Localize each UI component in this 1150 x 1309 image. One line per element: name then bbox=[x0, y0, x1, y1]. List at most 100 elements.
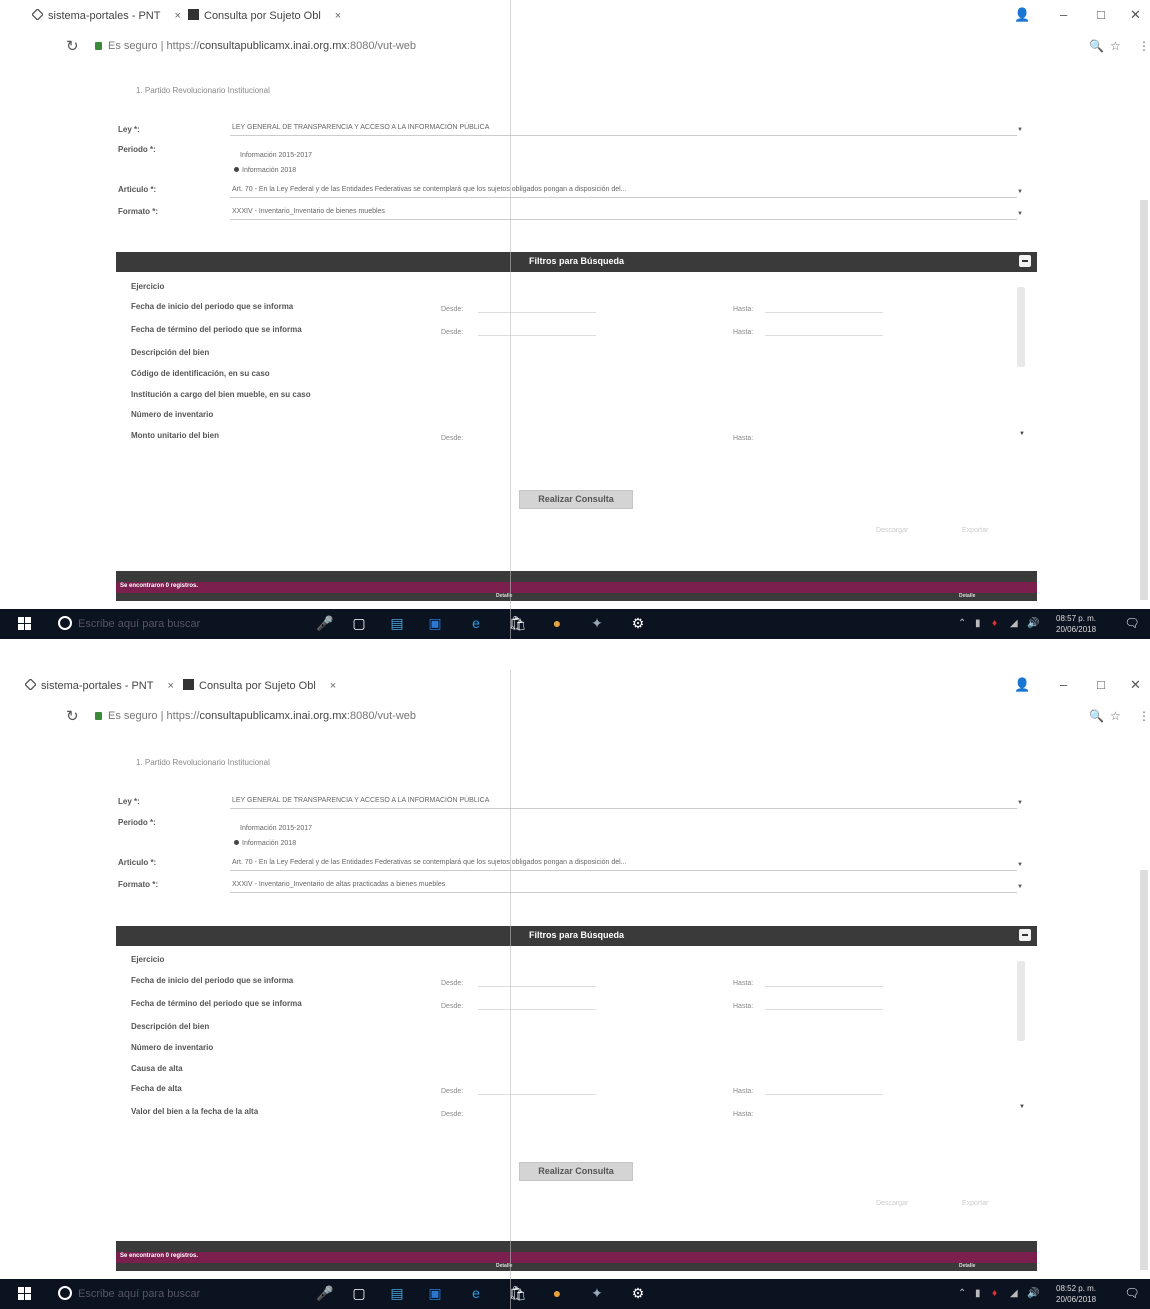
fecha-alta-hasta-input[interactable] bbox=[765, 1084, 883, 1095]
close-window-icon[interactable]: ✕ bbox=[1130, 677, 1141, 693]
network-icon[interactable]: ◢ bbox=[1010, 1288, 1018, 1299]
tray-chevron-icon[interactable]: ⌃ bbox=[958, 618, 966, 629]
descargar-button[interactable]: Descargar bbox=[876, 1200, 908, 1207]
settings-gear-icon[interactable]: ⚙ bbox=[630, 615, 646, 631]
settings-gear-icon[interactable]: ⚙ bbox=[630, 1285, 646, 1301]
outlook-icon[interactable]: ▣ bbox=[427, 1285, 443, 1301]
exportar-button[interactable]: Exportar bbox=[962, 527, 988, 534]
address-bar[interactable]: ↻ Es seguro | https://consultapublicamx.… bbox=[0, 34, 1150, 62]
microphone-icon[interactable]: 🎤 bbox=[316, 1285, 333, 1301]
page-scrollbar[interactable] bbox=[1140, 200, 1148, 600]
maximize-icon[interactable]: □ bbox=[1097, 7, 1105, 22]
close-window-icon[interactable]: ✕ bbox=[1130, 7, 1141, 23]
scroll-down-icon[interactable]: ▼ bbox=[1019, 431, 1025, 437]
fecha-inicio-desde-input[interactable] bbox=[478, 976, 596, 987]
zoom-icon[interactable]: 🔍 bbox=[1089, 39, 1104, 53]
fecha-alta-desde-input[interactable] bbox=[478, 1084, 596, 1095]
fecha-inicio-desde-input[interactable] bbox=[478, 302, 596, 313]
zoom-icon[interactable]: 🔍 bbox=[1089, 709, 1104, 723]
scroll-down-icon[interactable]: ▼ bbox=[1019, 1104, 1025, 1110]
taskbar-clock[interactable]: 08:57 p. m. 20/06/2018 bbox=[1056, 613, 1096, 635]
taskbar-search-input[interactable]: Escribe aquí para buscar bbox=[78, 1288, 200, 1300]
url-text[interactable]: Es seguro | https://consultapublicamx.in… bbox=[108, 40, 416, 52]
periodo-radio-2015[interactable]: Información 2015-2017 bbox=[240, 825, 312, 832]
exportar-button[interactable]: Exportar bbox=[962, 1200, 988, 1207]
task-view-icon[interactable]: ▢ bbox=[351, 615, 367, 631]
formato-label: Formato *: bbox=[118, 207, 158, 216]
fecha-termino-desde-input[interactable] bbox=[478, 325, 596, 336]
tab-sistema-portales[interactable]: sistema-portales - PNT × bbox=[24, 678, 174, 692]
minimize-icon[interactable]: – bbox=[1060, 7, 1067, 22]
volume-icon[interactable]: 🔊 bbox=[1027, 618, 1039, 629]
app-icon[interactable]: ✦ bbox=[589, 615, 605, 631]
articulo-select[interactable]: Art. 70 - En la Ley Federal y de las Ent… bbox=[230, 183, 1017, 198]
tab-consulta[interactable]: Consulta por Sujeto Obl × bbox=[188, 9, 341, 22]
bookmark-star-icon[interactable]: ☆ bbox=[1110, 709, 1121, 723]
tray-chevron-icon[interactable]: ⌃ bbox=[958, 1288, 966, 1299]
bookmark-star-icon[interactable]: ☆ bbox=[1110, 39, 1121, 53]
fecha-termino-hasta-input[interactable] bbox=[765, 325, 883, 336]
filters-scrollbar[interactable] bbox=[1017, 961, 1025, 1041]
app-icon[interactable]: ✦ bbox=[589, 1285, 605, 1301]
fecha-termino-hasta-input[interactable] bbox=[765, 999, 883, 1010]
edge-browser-icon[interactable]: e bbox=[468, 1285, 484, 1301]
cortana-icon[interactable] bbox=[58, 616, 72, 630]
tab-sistema-portales[interactable]: sistema-portales - PNT × bbox=[31, 8, 181, 22]
volume-icon[interactable]: 🔊 bbox=[1027, 1288, 1039, 1299]
lock-icon bbox=[95, 712, 102, 720]
tab-close-icon[interactable]: × bbox=[167, 680, 173, 692]
menu-icon[interactable]: ⋮ bbox=[1138, 39, 1150, 53]
outlook-icon[interactable]: ▣ bbox=[427, 615, 443, 631]
windows-start-icon[interactable] bbox=[18, 617, 31, 630]
descargar-button[interactable]: Descargar bbox=[876, 527, 908, 534]
ley-select[interactable]: LEY GENERAL DE TRANSPARENCIA Y ACCESO A … bbox=[230, 794, 1017, 809]
profile-icon[interactable]: 👤 bbox=[1014, 7, 1030, 23]
menu-icon[interactable]: ⋮ bbox=[1138, 709, 1150, 723]
formato-select[interactable]: XXXIV - Inventario_Inventario de bienes … bbox=[230, 205, 1017, 220]
articulo-select[interactable]: Art. 70 - En la Ley Federal y de las Ent… bbox=[230, 856, 1017, 871]
url-text[interactable]: Es seguro | https://consultapublicamx.in… bbox=[108, 710, 416, 722]
chrome-icon[interactable]: ● bbox=[549, 615, 565, 631]
formato-select[interactable]: XXXIV - Inventario_Inventario de altas p… bbox=[230, 878, 1017, 893]
periodo-radio-2018[interactable]: Información 2018 bbox=[234, 840, 296, 847]
tab-close-icon[interactable]: × bbox=[335, 10, 341, 22]
store-icon[interactable]: 🛍 bbox=[509, 615, 527, 631]
realizar-consulta-button[interactable]: Realizar Consulta bbox=[519, 1162, 633, 1181]
minimize-icon[interactable]: – bbox=[1060, 677, 1067, 692]
reload-icon[interactable]: ↻ bbox=[66, 37, 79, 55]
page-scrollbar[interactable] bbox=[1140, 870, 1148, 1270]
taskbar-search-input[interactable]: Escribe aquí para buscar bbox=[78, 618, 200, 630]
collapse-icon[interactable] bbox=[1019, 255, 1031, 267]
collapse-icon[interactable] bbox=[1019, 929, 1031, 941]
edge-browser-icon[interactable]: e bbox=[468, 615, 484, 631]
file-explorer-icon[interactable]: ▤ bbox=[389, 1285, 405, 1301]
realizar-consulta-button[interactable]: Realizar Consulta bbox=[519, 490, 633, 509]
periodo-radio-2015[interactable]: Información 2015-2017 bbox=[240, 152, 312, 159]
windows-start-icon[interactable] bbox=[18, 1287, 31, 1300]
notifications-icon[interactable]: 🗨 bbox=[1124, 1285, 1140, 1301]
task-view-icon[interactable]: ▢ bbox=[351, 1285, 367, 1301]
tab-close-icon[interactable]: × bbox=[174, 10, 180, 22]
ley-label: Ley *: bbox=[118, 797, 140, 806]
fecha-inicio-hasta-input[interactable] bbox=[765, 302, 883, 313]
cortana-icon[interactable] bbox=[58, 1286, 72, 1300]
profile-icon[interactable]: 👤 bbox=[1014, 677, 1030, 693]
ley-select[interactable]: LEY GENERAL DE TRANSPARENCIA Y ACCESO A … bbox=[230, 121, 1017, 136]
taskbar-clock[interactable]: 08:52 p. m. 20/06/2018 bbox=[1056, 1283, 1096, 1305]
chevron-down-icon: ▼ bbox=[1017, 127, 1023, 133]
network-icon[interactable]: ◢ bbox=[1010, 618, 1018, 629]
fecha-inicio-hasta-input[interactable] bbox=[765, 976, 883, 987]
filters-scrollbar[interactable] bbox=[1017, 287, 1025, 367]
maximize-icon[interactable]: □ bbox=[1097, 677, 1105, 692]
fecha-termino-desde-input[interactable] bbox=[478, 999, 596, 1010]
address-bar[interactable]: ↻ Es seguro | https://consultapublicamx.… bbox=[0, 704, 1150, 732]
microphone-icon[interactable]: 🎤 bbox=[316, 615, 333, 631]
file-explorer-icon[interactable]: ▤ bbox=[389, 615, 405, 631]
notifications-icon[interactable]: 🗨 bbox=[1124, 615, 1140, 631]
tab-consulta[interactable]: Consulta por Sujeto Obl × bbox=[183, 679, 336, 692]
chrome-icon[interactable]: ● bbox=[549, 1285, 565, 1301]
reload-icon[interactable]: ↻ bbox=[66, 707, 79, 725]
periodo-radio-2018[interactable]: Información 2018 bbox=[234, 167, 296, 174]
store-icon[interactable]: 🛍 bbox=[509, 1285, 527, 1301]
tab-close-icon[interactable]: × bbox=[330, 680, 336, 692]
